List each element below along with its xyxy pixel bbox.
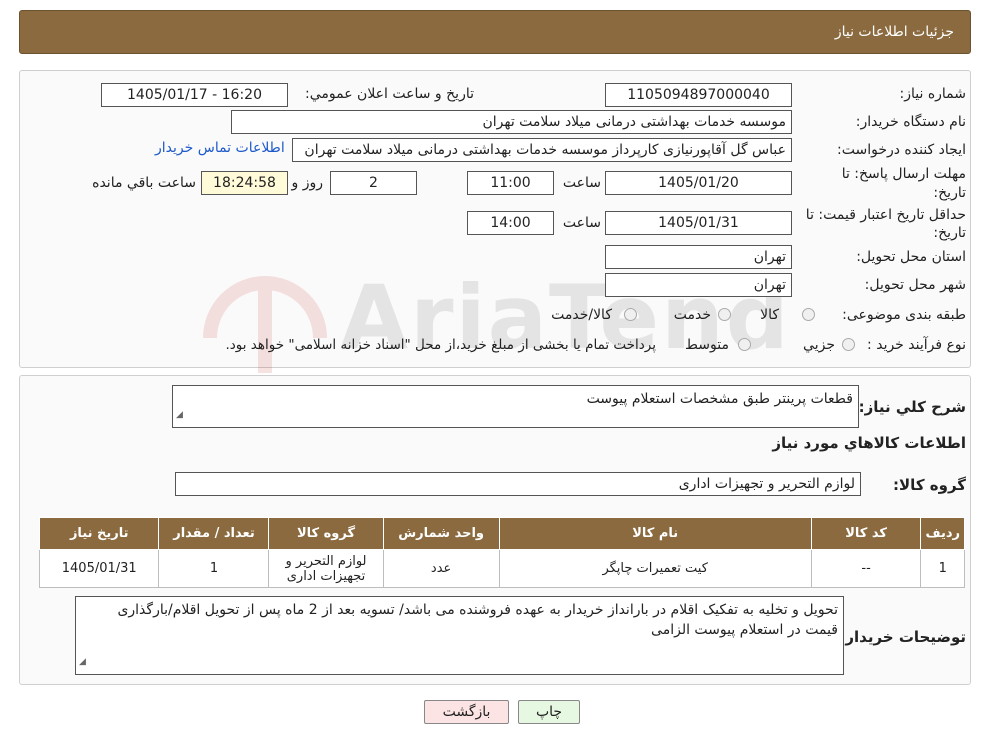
col-need-date: تاریخ نیاز bbox=[38, 517, 160, 550]
price-validity-time-field: 14:00 bbox=[467, 211, 554, 235]
category-radio-service[interactable] bbox=[718, 308, 731, 321]
category-label: طبقه بندی موضوعی: bbox=[842, 307, 966, 323]
category-radio-goods-service[interactable] bbox=[624, 308, 637, 321]
goods-group-field: لوازم التحریر و تجهیزات اداری bbox=[175, 472, 861, 496]
requester-field: عباس گل آقاپورنیازی کارپرداز موسسه خدمات… bbox=[292, 138, 792, 162]
reply-date-field: 1405/01/20 bbox=[605, 171, 792, 195]
province-field: تهران bbox=[605, 245, 792, 269]
need-number-field: 1105094897000040 bbox=[605, 83, 792, 107]
reply-deadline-label-2: تاریخ: bbox=[933, 185, 966, 201]
category-option-goods: کالا bbox=[760, 307, 779, 323]
col-quantity: تعداد / مقدار bbox=[158, 517, 270, 550]
col-unit: واحد شمارش bbox=[382, 517, 500, 550]
items-table: ردیف کد کالا نام کالا واحد شمارش گروه کا… bbox=[38, 517, 965, 588]
days-label: روز و bbox=[291, 175, 324, 191]
cell-code: -- bbox=[810, 549, 922, 588]
buyer-contact-link[interactable]: اطلاعات تماس خریدار bbox=[155, 140, 285, 156]
category-option-goods-service: کالا/خدمت bbox=[551, 307, 612, 323]
process-label: نوع فرآیند خرید : bbox=[867, 337, 966, 353]
price-validity-label: حداقل تاریخ اعتبار قیمت: تا bbox=[805, 207, 966, 223]
buyer-org-field: موسسه خدمات بهداشتی درمانی میلاد سلامت ت… bbox=[231, 110, 792, 134]
items-table-header: ردیف کد کالا نام کالا واحد شمارش گروه کا… bbox=[38, 517, 965, 550]
col-code: کد کالا bbox=[810, 517, 922, 550]
cell-group: لوازم التحریر و تجهیزات اداری bbox=[268, 549, 384, 588]
description-label: شرح کلي نیاز: bbox=[858, 398, 966, 416]
remaining-days-field: 2 bbox=[330, 171, 417, 195]
page-header: جزئیات اطلاعات نیاز bbox=[19, 10, 971, 54]
goods-group-label: گروه کالا: bbox=[893, 476, 966, 494]
cell-name: کیت تعمیرات چاپگر bbox=[498, 549, 812, 588]
reply-deadline-label: مهلت ارسال پاسخ: تا bbox=[841, 166, 966, 182]
city-field: تهران bbox=[605, 273, 792, 297]
buyer-notes-label: توضیحات خریدار: bbox=[839, 628, 966, 646]
back-button[interactable]: بازگشت bbox=[424, 700, 509, 724]
buyer-notes-field: تحویل و تخلیه به تفکیک اقلام در بارانداز… bbox=[75, 596, 844, 675]
resize-handle-icon[interactable]: ◢ bbox=[79, 652, 86, 672]
description-field: قطعات پرینتر طبق مشخصات استعلام پیوست ◢ bbox=[172, 385, 859, 428]
province-label: استان محل تحویل: bbox=[856, 249, 966, 265]
price-validity-label-2: تاریخ: bbox=[933, 225, 966, 241]
process-note: پرداخت تمام یا بخشی از مبلغ خرید،از محل … bbox=[225, 337, 656, 353]
cell-unit: عدد bbox=[382, 549, 500, 588]
process-option-medium: متوسط bbox=[685, 337, 729, 353]
category-option-service: خدمت bbox=[673, 307, 711, 323]
announce-datetime-label: تاریخ و ساعت اعلان عمومي: bbox=[305, 86, 474, 102]
table-row: 1 -- کیت تعمیرات چاپگر عدد لوازم التحریر… bbox=[38, 549, 965, 588]
process-option-minor: جزیي bbox=[803, 337, 835, 353]
col-group: گروه کالا bbox=[268, 517, 384, 550]
announce-datetime-field: 1405/01/17 - 16:20 bbox=[101, 83, 288, 107]
buyer-notes-text: تحویل و تخلیه به تفکیک اقلام در بارانداز… bbox=[117, 602, 838, 638]
price-validity-time-label: ساعت bbox=[562, 215, 601, 231]
resize-handle-icon[interactable]: ◢ bbox=[176, 405, 183, 425]
description-text: قطعات پرینتر طبق مشخصات استعلام پیوست bbox=[586, 391, 853, 407]
buyer-org-label: نام دستگاه خریدار: bbox=[855, 114, 966, 130]
items-table-wrapper: ردیف کد کالا نام کالا واحد شمارش گروه کا… bbox=[38, 517, 965, 588]
goods-info-title: اطلاعات کالاهاي مورد نیاز bbox=[772, 434, 966, 452]
cell-need-date: 1405/01/31 bbox=[38, 549, 160, 588]
remaining-time-label: ساعت باقي مانده bbox=[92, 175, 196, 191]
need-number-label: شماره نیاز: bbox=[899, 86, 967, 102]
col-row: ردیف bbox=[920, 517, 965, 550]
category-radio-goods[interactable] bbox=[802, 308, 815, 321]
price-validity-date-field: 1405/01/31 bbox=[605, 211, 792, 235]
page-title: جزئیات اطلاعات نیاز bbox=[834, 24, 954, 40]
remaining-time-field: 18:24:58 bbox=[201, 171, 288, 195]
requester-label: ایجاد کننده درخواست: bbox=[837, 142, 966, 158]
cell-row: 1 bbox=[920, 549, 965, 588]
reply-time-field: 11:00 bbox=[467, 171, 554, 195]
col-name: نام کالا bbox=[498, 517, 812, 550]
process-radio-minor[interactable] bbox=[842, 338, 855, 351]
cell-quantity: 1 bbox=[158, 549, 270, 588]
reply-time-label: ساعت bbox=[562, 175, 601, 191]
print-button[interactable]: چاپ bbox=[518, 700, 580, 724]
process-radio-medium[interactable] bbox=[738, 338, 751, 351]
city-label: شهر محل تحویل: bbox=[864, 277, 966, 293]
